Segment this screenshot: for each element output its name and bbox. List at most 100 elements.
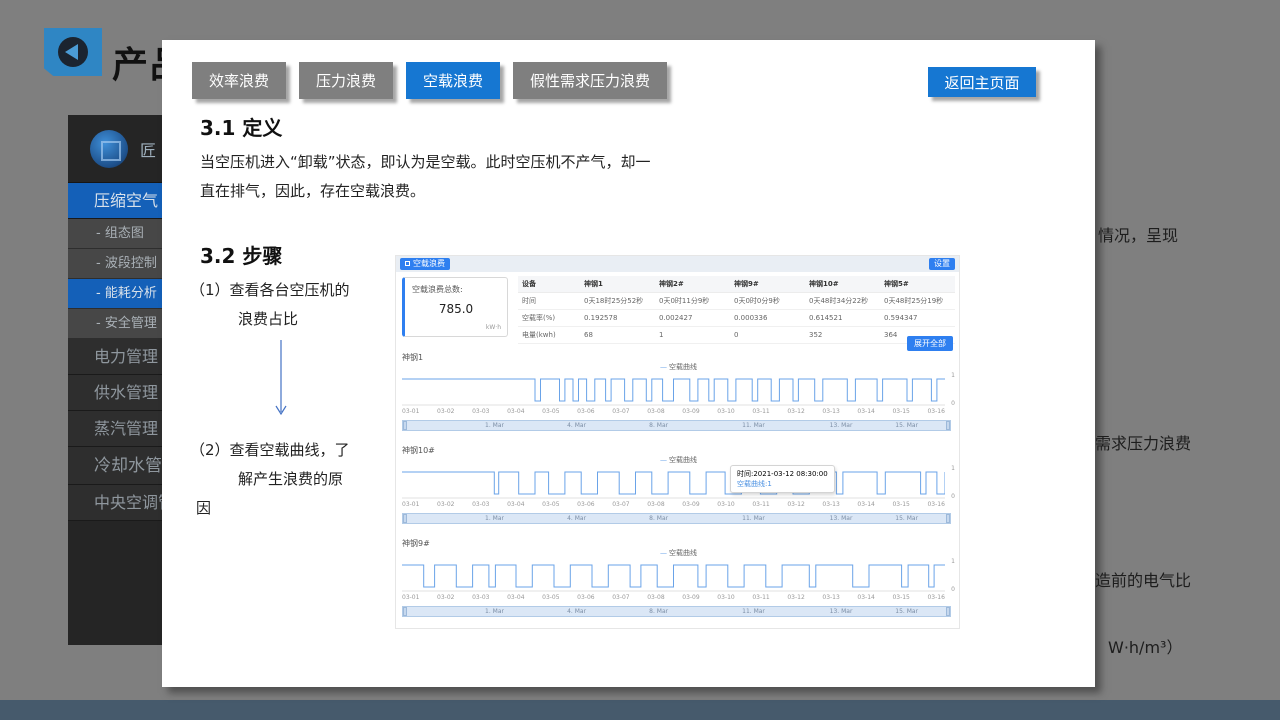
sidebar-logo-row: 匠 [68, 115, 162, 183]
sidebar-item-5[interactable]: - 安全管理 [68, 309, 162, 339]
navigator-handle-left[interactable] [403, 421, 407, 430]
table-cell: 352 [805, 327, 880, 344]
back-button[interactable] [44, 28, 102, 76]
tooltip-value: 空载曲线:1 [737, 479, 828, 489]
step-2-line2: 解产生浪费的原 [238, 465, 350, 494]
noload-curve-plot[interactable] [402, 560, 945, 592]
navigator-handle-right[interactable] [946, 421, 950, 430]
legend-line-icon: — [660, 549, 666, 557]
tab-1[interactable]: 效率浪费 [192, 62, 286, 99]
sidebar-item-1[interactable]: 压缩空气 [68, 183, 162, 219]
step-2-line1: （2）查看空载曲线，了 [190, 436, 350, 465]
x-axis-tick-label: 03-16 [927, 501, 944, 508]
navigator-date-label: 4. Mar [567, 422, 586, 429]
chart-navigator[interactable]: 1. Mar4. Mar8. Mar11. Mar13. Mar15. Mar [402, 513, 951, 524]
chart-navigator[interactable]: 1. Mar4. Mar8. Mar11. Mar13. Mar15. Mar [402, 606, 951, 617]
tab-2[interactable]: 压力浪费 [299, 62, 393, 99]
summary-label: 空载浪费总数: [412, 284, 463, 295]
x-axis-tick-label: 03-07 [612, 501, 629, 508]
chart-block-1: 神钢1—空载曲线1003-0103-0203-0303-0403-0503-06… [400, 352, 957, 444]
table-cell: 0.614521 [805, 310, 880, 327]
x-axis-tick-label: 03-10 [717, 408, 734, 415]
expand-all-button[interactable]: 展开全部 [907, 336, 953, 351]
dashboard-screenshot: 空载浪费 设置 空载浪费总数: 785.0 kW·h 设备神钢1神钢2#神钢9#… [395, 255, 960, 629]
sidebar-item-9[interactable]: 冷却水管理 [68, 447, 162, 485]
steps-heading: 3.2 步骤 [200, 240, 282, 269]
sidebar-item-6[interactable]: 电力管理 [68, 339, 162, 375]
table-header-5: 神钢10# [805, 276, 880, 293]
dashboard-title-chip[interactable]: 空载浪费 [400, 258, 450, 270]
x-axis-tick-label: 03-08 [647, 408, 664, 415]
table-cell: 0天0时0分9秒 [730, 293, 805, 310]
navigator-handle-right[interactable] [946, 607, 950, 616]
step-1-line1: （1）查看各台空压机的 [190, 276, 350, 305]
x-axis-tick-label: 03-04 [507, 594, 524, 601]
x-axis-tick-label: 03-12 [787, 408, 804, 415]
x-axis-tick-label: 03-11 [752, 501, 769, 508]
sidebar-item-7[interactable]: 供水管理 [68, 375, 162, 411]
app-logo-text: 匠 [140, 137, 156, 161]
navigator-handle-left[interactable] [403, 607, 407, 616]
table-cell: 时间 [518, 293, 580, 310]
panel-icon [405, 261, 410, 266]
chart-legend[interactable]: —空载曲线 [400, 455, 957, 465]
settings-button[interactable]: 设置 [929, 258, 955, 270]
y-axis-max-label: 1 [951, 558, 955, 565]
navigator-handle-left[interactable] [403, 514, 407, 523]
chart-legend[interactable]: —空载曲线 [400, 548, 957, 558]
x-axis-labels: 03-0103-0203-0303-0403-0503-0603-0703-08… [402, 408, 945, 415]
noload-curve-plot[interactable] [402, 374, 945, 406]
table-header-4: 神钢9# [730, 276, 805, 293]
table-header-3: 神钢2# [655, 276, 730, 293]
navigator-date-label: 1. Mar [485, 515, 504, 522]
tab-3[interactable]: 空载浪费 [406, 62, 500, 99]
x-axis-tick-label: 03-14 [857, 501, 874, 508]
sidebar-item-10[interactable]: 中央空调管理 [68, 485, 162, 521]
sidebar-item-4[interactable]: - 能耗分析 [68, 279, 162, 309]
navigator-date-label: 13. Mar [830, 422, 853, 429]
x-axis-tick-label: 03-13 [822, 501, 839, 508]
legend-label: 空载曲线 [669, 549, 697, 557]
x-axis-tick-label: 03-05 [542, 501, 559, 508]
x-axis-tick-label: 03-16 [927, 408, 944, 415]
x-axis-tick-label: 03-05 [542, 594, 559, 601]
legend-line-icon: — [660, 456, 666, 464]
x-axis-tick-label: 03-03 [472, 501, 489, 508]
tab-4[interactable]: 假性需求压力浪费 [513, 62, 667, 99]
definition-line1: 当空压机进入“卸载”状态，即认为是空载。此时空压机不产气，却一 [200, 148, 730, 177]
x-axis-tick-label: 03-07 [612, 408, 629, 415]
table-header-1: 设备 [518, 276, 580, 293]
chart-block-2: 神钢10#—空载曲线1003-0103-0203-0303-0403-0503-… [400, 445, 957, 537]
table-cell: 0天48时25分19秒 [880, 293, 955, 310]
x-axis-tick-label: 03-08 [647, 594, 664, 601]
y-axis-max-label: 1 [951, 372, 955, 379]
navigator-date-label: 4. Mar [567, 515, 586, 522]
navigator-date-label: 8. Mar [649, 608, 668, 615]
x-axis-tick-label: 03-04 [507, 501, 524, 508]
app-logo-icon [90, 130, 128, 168]
chart-legend[interactable]: —空载曲线 [400, 362, 957, 372]
table-cell: 电量(kwh) [518, 327, 580, 344]
x-axis-tick-label: 03-11 [752, 408, 769, 415]
chart-block-3: 神钢9#—空载曲线1003-0103-0203-0303-0403-0503-0… [400, 538, 957, 630]
chart-navigator[interactable]: 1. Mar4. Mar8. Mar11. Mar13. Mar15. Mar [402, 420, 951, 431]
sidebar: 匠 压缩空气- 组态图- 波段控制- 能耗分析- 安全管理电力管理供水管理蒸汽管… [68, 115, 162, 645]
return-home-button[interactable]: 返回主页面 [928, 67, 1036, 97]
sidebar-item-2[interactable]: - 组态图 [68, 219, 162, 249]
y-axis-min-label: 0 [951, 400, 955, 407]
table-cell: 0天48时34分22秒 [805, 293, 880, 310]
x-axis-tick-label: 03-11 [752, 594, 769, 601]
bottom-bar [0, 700, 1280, 720]
x-axis-tick-label: 03-01 [402, 408, 419, 415]
x-axis-tick-label: 03-15 [892, 408, 909, 415]
x-axis-tick-label: 03-05 [542, 408, 559, 415]
definition-line2: 直在排气，因此，存在空载浪费。 [200, 177, 730, 206]
noload-curve-plot[interactable] [402, 467, 945, 499]
step-2: （2）查看空载曲线，了 解产生浪费的原 因 [190, 436, 350, 523]
tooltip-time: 时间:2021-03-12 08:30:00 [737, 469, 828, 479]
sidebar-item-3[interactable]: - 波段控制 [68, 249, 162, 279]
sidebar-item-8[interactable]: 蒸汽管理 [68, 411, 162, 447]
navigator-date-label: 13. Mar [830, 515, 853, 522]
waste-detail-modal: 效率浪费压力浪费空载浪费假性需求压力浪费 返回主页面 3.1 定义 当空压机进入… [162, 40, 1095, 687]
navigator-handle-right[interactable] [946, 514, 950, 523]
